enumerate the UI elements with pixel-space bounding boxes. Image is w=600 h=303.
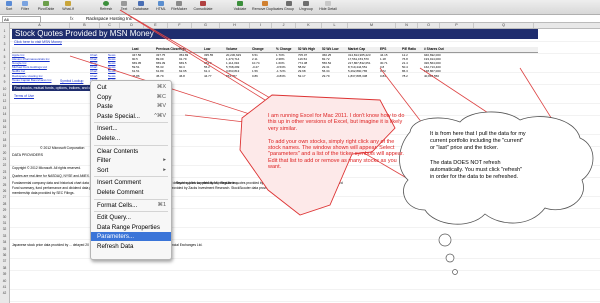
menu-item-label: Refresh Data — [97, 243, 134, 250]
menu-shortcut: ⌘C — [156, 93, 166, 100]
annotation-line: Edit that list to add or remove as many … — [268, 157, 397, 164]
menu-item-highlighted[interactable]: Parameters... — [91, 232, 171, 242]
menu-item-label: Insert... — [97, 125, 118, 133]
menu-item[interactable]: Format Cells... ⌘1 — [91, 201, 171, 210]
menu-item[interactable]: Insert... — [91, 124, 171, 133]
cloud-text-line: The data DOES NOT refresh — [430, 159, 501, 166]
cloud-bubble — [438, 233, 452, 247]
annotation-line: want. — [268, 164, 282, 171]
menu-separator — [94, 176, 168, 178]
menu-item-label: Data Range Properties — [97, 223, 160, 231]
cloud-text-line: current portfolio including the "current… — [430, 138, 524, 145]
menu-item-label: Delete... — [97, 135, 121, 142]
menu-separator — [94, 144, 168, 146]
annotation-line: this up in other versions of Excel, but … — [268, 119, 403, 126]
annotation-line: very similar. — [268, 125, 298, 132]
menu-shortcut: ▸ — [163, 157, 166, 164]
menu-item[interactable]: Delete... — [91, 134, 171, 143]
menu-item[interactable]: Clear Contents — [91, 147, 171, 156]
menu-item[interactable]: Data Range Properties — [91, 223, 171, 232]
menu-item-label: Clear Contents — [97, 147, 139, 155]
menu-separator — [94, 198, 168, 200]
context-menu: Cut ⌘X Copy ⌘C Paste ⌘V Paste Special... ^⌘V Ins… — [90, 80, 172, 260]
menu-item-label: Insert Comment — [97, 179, 142, 187]
menu-item[interactable]: Refresh Data — [91, 242, 171, 251]
menu-shortcut: ⌘1 — [157, 201, 166, 208]
cloud-bubble — [452, 269, 458, 275]
menu-item[interactable]: Filter ▸ — [91, 156, 171, 165]
menu-separator — [94, 122, 168, 124]
menu-item-label: Sort — [97, 166, 109, 174]
menu-item[interactable]: Copy ⌘C — [91, 93, 171, 102]
menu-item[interactable]: Delete Comment — [91, 188, 171, 197]
menu-item-label: Filter — [97, 157, 111, 165]
cloud-text-line: automatically. You must click "refresh" — [430, 167, 523, 173]
annotation-line: stock names. The window shown will appea… — [268, 145, 395, 151]
annotation-line: I am running Excel for Mac 2011. I don't… — [268, 113, 405, 119]
menu-item[interactable]: Cut ⌘X — [91, 83, 171, 92]
menu-item-label: Edit Query... — [97, 214, 131, 222]
menu-shortcut: ^⌘V — [154, 112, 166, 119]
menu-separator — [94, 211, 168, 213]
cloud-text-line: It is from here that I pull the data for… — [430, 131, 526, 137]
menu-item-label: Paste — [97, 103, 113, 111]
menu-shortcut: ⌘V — [156, 103, 166, 110]
cloud-text-line: in order for the data to be refreshed. — [430, 174, 519, 181]
menu-shortcut: ⌘X — [156, 84, 166, 90]
menu-item[interactable]: Insert Comment — [91, 178, 171, 187]
menu-item-label: Format Cells... — [97, 201, 138, 209]
menu-item-label: Copy — [97, 93, 112, 101]
menu-item-label: Parameters... — [97, 233, 135, 241]
cloud-bubble — [445, 253, 455, 263]
annotation-line: To add your own stocks, simply right cli… — [268, 138, 395, 145]
menu-item[interactable]: Paste Special... ^⌘V — [91, 112, 171, 121]
menu-item-label: Delete Comment — [97, 189, 144, 196]
menu-item[interactable]: Edit Query... — [91, 213, 171, 222]
menu-item[interactable]: Paste ⌘V — [91, 102, 171, 111]
annotation-line: "parameters" and a list of the ticker sy… — [268, 151, 404, 158]
menu-shortcut: ▸ — [163, 166, 166, 173]
cloud-text-line: or "last" price and the ticker. — [430, 145, 499, 152]
menu-item-label: Cut — [97, 84, 107, 91]
menu-item-label: Paste Special... — [97, 112, 140, 120]
menu-item[interactable]: Sort ▸ — [91, 166, 171, 175]
